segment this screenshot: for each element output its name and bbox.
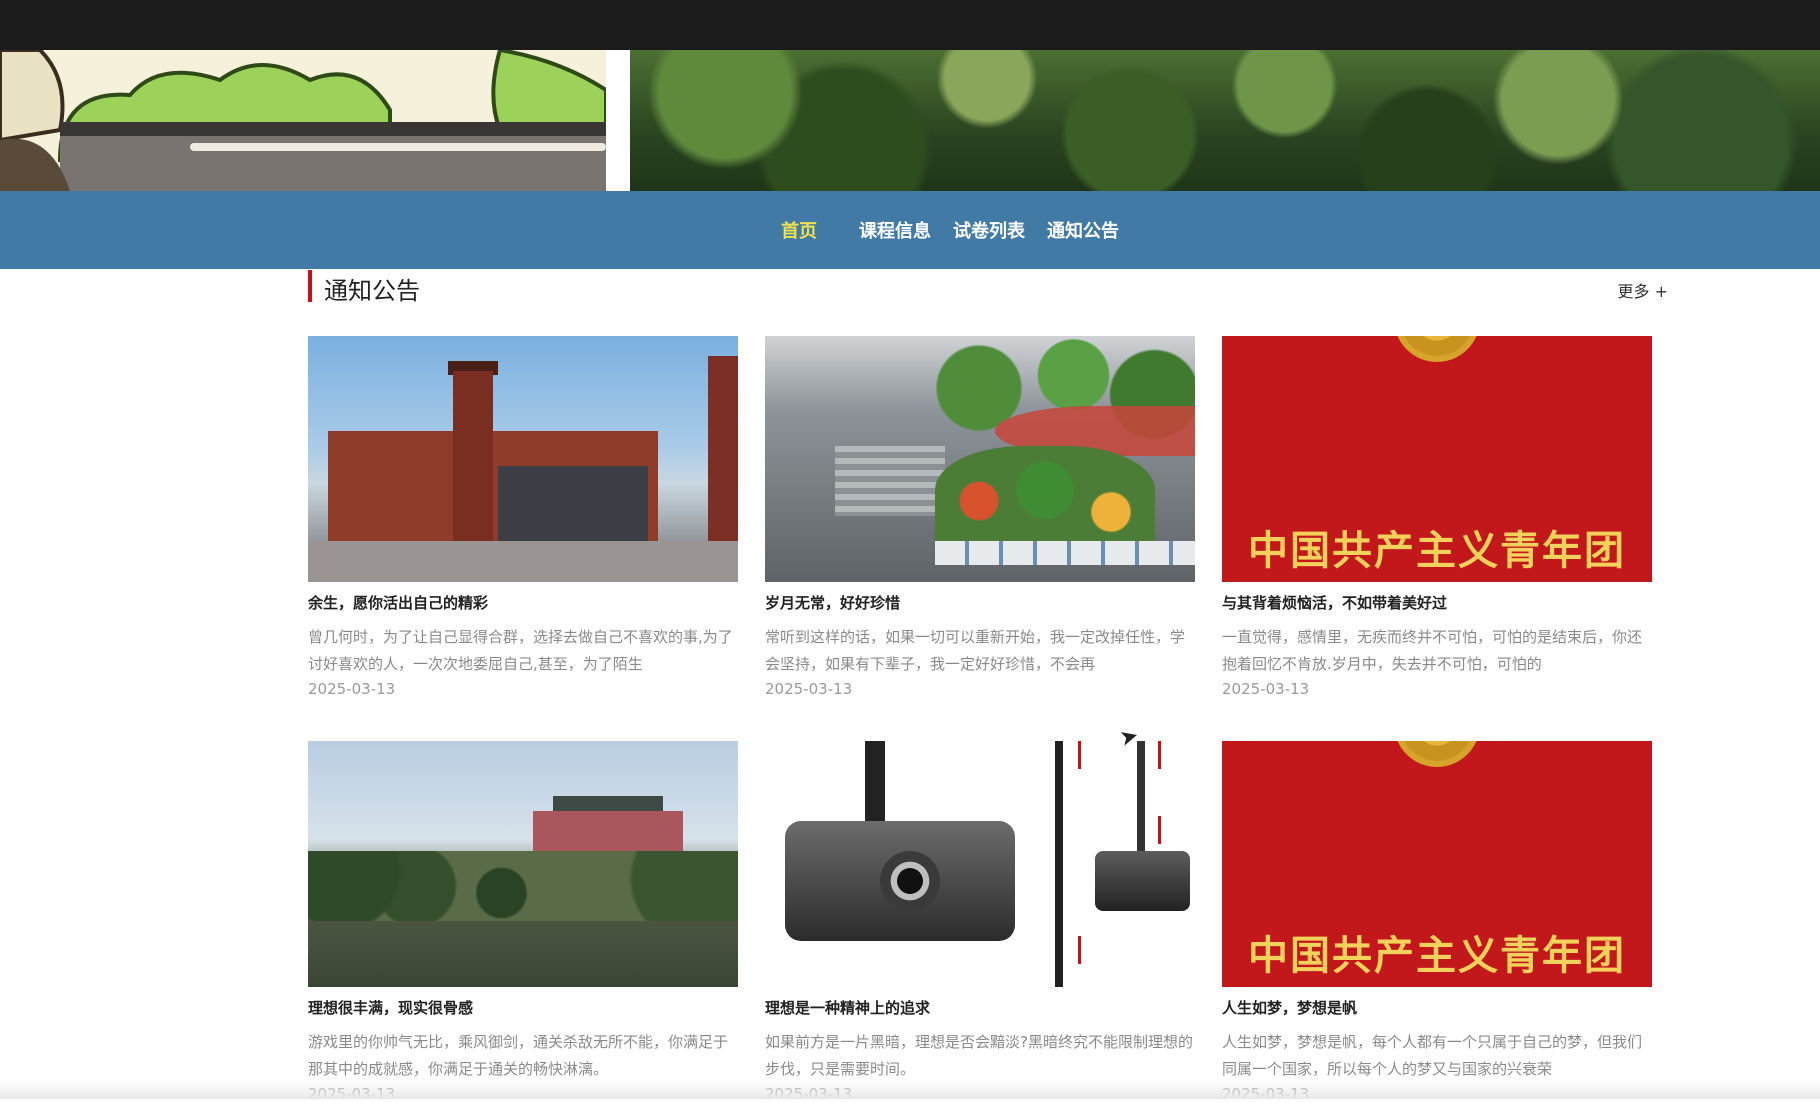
header-banner — [0, 50, 1820, 191]
cartoon-illustration — [0, 50, 606, 191]
steps-shape — [835, 446, 945, 516]
page-bottom-edge — [0, 1080, 1820, 1099]
tower-shape — [453, 371, 493, 541]
arrow-up-icon — [1158, 741, 1161, 769]
notice-summary: 人生如梦，梦想是帆，每个人都有一个只属于自己的梦，但我们同属一个国家，所以每个人… — [1222, 1033, 1643, 1078]
notice-card[interactable]: 理想很丰满，现实很骨感 游戏里的你帅气无比，乘风御剑，通关杀敌无所不能，你满足于… — [308, 741, 738, 1103]
nav-item-home[interactable]: 首页 — [779, 213, 819, 247]
notice-card[interactable]: 理想是一种精神上的追求 如果前方是一片黑暗，理想是否会黯淡?黑暗终究不能限制理想… — [765, 741, 1195, 1103]
notice-title[interactable]: 理想很丰满，现实很骨感 — [308, 997, 738, 1018]
garden-wall-shape — [935, 541, 1195, 565]
notice-summary: 曾几何时，为了让自己显得合群，选择去做自己不喜欢的事,为了讨好喜欢的人，一次次地… — [308, 628, 733, 673]
notice-title[interactable]: 岁月无常，好好珍惜 — [765, 592, 1195, 613]
emblem-icon — [1394, 741, 1480, 767]
projector-lens-shape — [880, 851, 940, 911]
notice-card[interactable]: 中国共产主义青年团 人生如梦，梦想是帆 人生如梦，梦想是帆，每个人都有一个只属于… — [1222, 741, 1652, 1103]
banner-trees-image — [630, 50, 1820, 191]
arrow-up-icon — [1078, 741, 1081, 769]
notice-summary: 一直觉得，感情里，无疾而终并不可怕，可怕的是结束后，你还抱着回忆不肯放.岁月中，… — [1222, 628, 1643, 673]
nav-item-notices[interactable]: 通知公告 — [1045, 213, 1121, 247]
nav-item-courses[interactable]: 课程信息 — [857, 213, 933, 247]
nav-list: 首页 课程信息 试卷列表 通知公告 — [779, 213, 1121, 247]
notice-title[interactable]: 理想是一种精神上的追求 — [765, 997, 1195, 1018]
notice-summary: 常听到这样的话，如果一切可以重新开始，我一定改掉任性，学会坚持，如果有下辈子，我… — [765, 628, 1186, 673]
glass-entrance-shape — [498, 466, 648, 541]
league-cover-text: 中国共产主义青年团 — [1248, 527, 1626, 574]
arrow-down-icon — [1158, 816, 1161, 844]
league-cover-text: 中国共产主义青年团 — [1248, 932, 1626, 979]
notice-title[interactable]: 余生，愿你活出自己的精彩 — [308, 592, 738, 613]
flower-bed-shape — [935, 446, 1155, 556]
notice-card[interactable]: 中国共产主义青年团 与其背着烦恼活，不如带着美好过 一直觉得，感情里，无疾而终并… — [1222, 336, 1652, 698]
notice-image-school-building[interactable] — [308, 336, 738, 582]
notice-date: 2025-03-13 — [1222, 680, 1310, 698]
treeline-shape — [308, 851, 738, 921]
wing-shape — [708, 356, 738, 546]
lake-water-shape — [308, 921, 738, 987]
notice-card[interactable]: 余生，愿你活出自己的精彩 曾几何时，为了让自己显得合群，选择去做自己不喜欢的事,… — [308, 336, 738, 698]
notice-summary: 游戏里的你帅气无比，乘风御剑，通关杀敌无所不能，你满足于那其中的成就感，你满足于… — [308, 1033, 729, 1078]
notice-image-campus-garden[interactable] — [765, 336, 1195, 582]
lift-pole-shape — [1137, 741, 1145, 851]
section-accent-bar — [308, 270, 312, 302]
mount-pole-shape — [865, 741, 885, 821]
notice-image-league-cover[interactable]: 中国共产主义青年团 — [1222, 336, 1652, 582]
notice-title[interactable]: 与其背着烦恼活，不如带着美好过 — [1222, 592, 1652, 613]
notice-image-league-cover[interactable]: 中国共产主义青年团 — [1222, 741, 1652, 987]
notice-image-projector[interactable] — [765, 741, 1195, 987]
banner-divider — [606, 50, 630, 191]
lift-pole-shape — [1055, 741, 1063, 987]
section-title: 通知公告 — [324, 277, 420, 305]
main-navbar: 首页 课程信息 试卷列表 通知公告 — [0, 191, 1820, 269]
notice-card[interactable]: 岁月无常，好好珍惜 常听到这样的话，如果一切可以重新开始，我一定改掉任性，学会坚… — [765, 336, 1195, 698]
notice-section-header: 通知公告 更多 + — [308, 270, 1669, 305]
plaza-shape — [308, 541, 738, 582]
notice-date: 2025-03-13 — [308, 680, 396, 698]
notice-date: 2025-03-13 — [765, 680, 853, 698]
notice-summary: 如果前方是一片黑暗，理想是否会黯淡?黑暗终究不能限制理想的步伐，只是需要时间。 — [765, 1033, 1193, 1078]
nav-item-exams[interactable]: 试卷列表 — [951, 213, 1027, 247]
arrow-down-icon — [1078, 936, 1081, 964]
emblem-icon — [1394, 336, 1480, 362]
banner-cartoon-image — [0, 50, 606, 191]
browser-top-bar — [0, 0, 1820, 50]
small-projector-shape — [1095, 851, 1190, 911]
more-link[interactable]: 更多 + — [1618, 278, 1669, 302]
notice-image-lake-campus[interactable] — [308, 741, 738, 987]
notice-title[interactable]: 人生如梦，梦想是帆 — [1222, 997, 1652, 1018]
